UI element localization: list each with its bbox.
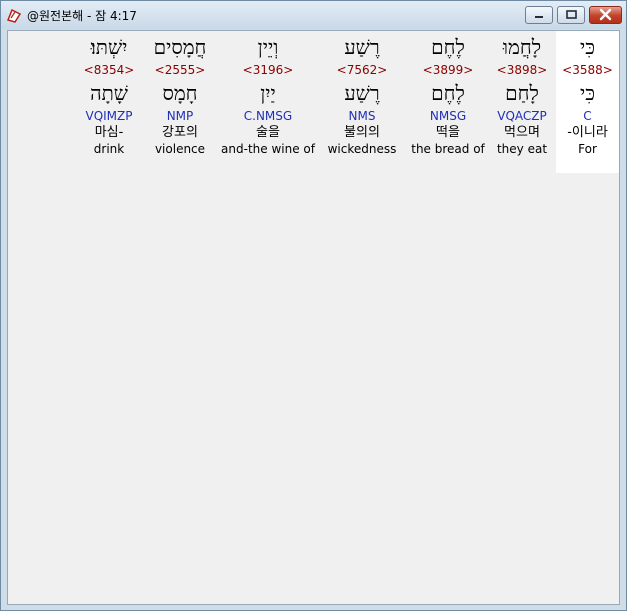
word-column[interactable]: חֲמָסִים <2555> חָמָס NMP 강포의 violence <box>140 31 220 173</box>
english-gloss: they eat <box>496 142 548 156</box>
strong-number: <3898> <box>496 63 548 77</box>
english-gloss: the bread of <box>411 142 485 156</box>
strong-number: <3196> <box>242 63 294 77</box>
title-bar[interactable]: @원전본해 - 잠 4:17 <box>1 1 626 29</box>
korean-gloss: -이니라 <box>567 125 608 140</box>
hebrew-lemma: רֶשַׁע <box>344 81 380 105</box>
maximize-button[interactable] <box>557 6 585 24</box>
word-column[interactable]: רֶשַׁע <7562> רֶשַׁע NMS 불의의 wickedness <box>316 31 408 173</box>
word-column[interactable]: כִּי <3588> כִּי C -이니라 For <box>556 31 619 173</box>
korean-gloss: 불의의 <box>344 125 380 140</box>
maximize-icon <box>566 10 577 19</box>
morphology-code: C.NMSG <box>243 109 293 123</box>
strong-number: <8354> <box>83 63 135 77</box>
hebrew-lemma: כִּי <box>579 81 596 105</box>
morphology-code: NMSG <box>429 109 467 123</box>
morphology-code: NMS <box>348 109 376 123</box>
verse-view[interactable]: כִּי <3588> כִּי C -이니라 For לָחֲמוּ <3898> לָחַם… <box>7 30 620 605</box>
korean-gloss: 마심- <box>94 125 124 140</box>
korean-gloss: 강포의 <box>162 125 198 140</box>
hebrew-word: רֶשַׁע <box>344 35 380 59</box>
hebrew-lemma: לֶחֶם <box>431 81 465 105</box>
strong-number: <3899> <box>422 63 474 77</box>
english-gloss: violence <box>154 142 206 156</box>
close-icon <box>599 8 612 21</box>
hebrew-word: כִּי <box>579 35 596 59</box>
strong-number: <3588> <box>562 63 613 77</box>
english-gloss: and-the wine of <box>221 142 315 156</box>
close-button[interactable] <box>589 6 622 24</box>
word-column[interactable]: לֶחֶם <3899> לֶחֶם NMSG 떡을 the bread of <box>408 31 488 173</box>
morphology-code: C <box>583 109 592 123</box>
hebrew-lemma: שָׁתָה <box>90 81 128 105</box>
app-window: @원전본해 - 잠 4:17 כִּי <3588> כִּי C -이니라 For לָח… <box>0 0 627 611</box>
app-logo-icon <box>6 8 22 23</box>
hebrew-word: יִשְׁתּוּ׃ <box>90 35 128 59</box>
english-gloss: wickedness <box>327 142 397 156</box>
hebrew-lemma: יַיִן <box>260 81 276 105</box>
hebrew-word: לָחֲמוּ <box>502 35 542 59</box>
morphology-code: NMP <box>166 109 194 123</box>
english-gloss: For <box>578 142 597 156</box>
morphology-code: VQACZP <box>497 109 547 123</box>
morphology-code: VQIMZP <box>85 109 133 123</box>
hebrew-word: וְיֵין <box>257 35 279 59</box>
english-gloss: drink <box>93 142 125 156</box>
minimize-icon <box>535 16 543 18</box>
strong-number: <7562> <box>336 63 388 77</box>
strong-number: <2555> <box>154 63 206 77</box>
word-column[interactable]: לָחֲמוּ <3898> לָחַם VQACZP 먹으며 they eat <box>488 31 556 173</box>
korean-gloss: 술을 <box>256 125 280 140</box>
korean-gloss: 먹으며 <box>504 125 540 140</box>
word-column[interactable]: יִשְׁתּוּ׃ <8354> שָׁתָה VQIMZP 마심-drink <box>78 31 140 173</box>
hebrew-lemma: חָמָס <box>162 81 198 105</box>
hebrew-lemma: לָחַם <box>505 81 539 105</box>
hebrew-word: לֶחֶם <box>431 35 465 59</box>
minimize-button[interactable] <box>525 6 553 24</box>
hebrew-word: חֲמָסִים <box>153 35 207 59</box>
word-column[interactable]: וְיֵין <3196> יַיִן C.NMSG 술을 and-the wine of <box>220 31 316 173</box>
korean-gloss: 떡을 <box>436 125 460 140</box>
window-title: @원전본해 - 잠 4:17 <box>27 9 137 23</box>
interlinear-verse: כִּי <3588> כִּי C -이니라 For לָחֲמוּ <3898> לָחַם… <box>68 31 619 173</box>
